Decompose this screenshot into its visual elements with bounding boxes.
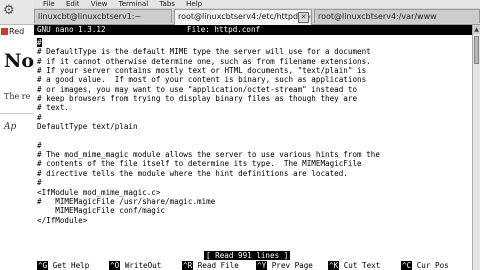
tab-httpd-conf[interactable]: root@linuxcbtserv4:/etc/httpd/conf ✕ <box>174 9 312 25</box>
shortcut-read-file[interactable]: ^R Read File <box>182 261 239 270</box>
nano-titlebar: GNU nano 1.3.12 File: httpd.conf <box>34 25 472 35</box>
tab-var-www[interactable]: root@linuxcbtserv4:/var/www <box>314 9 480 23</box>
terminal-window: File Edit View Terminal Tabs Help linuxc… <box>34 0 480 270</box>
nano-filename: File: httpd.conf <box>187 25 261 34</box>
shortcut-label: Prev Page <box>271 261 313 270</box>
shortcut-label: WriteOut <box>124 261 162 270</box>
editor-line: </IfModule> <box>37 215 88 225</box>
editor-line: # text. <box>37 103 70 113</box>
background-browser-page: ⚙ Red Not The re Ap <box>0 0 34 270</box>
text-cursor: # <box>37 38 42 47</box>
nano-version: GNU nano 1.3.12 <box>37 25 106 34</box>
editor-line: # contents of the file itself to determi… <box>37 159 362 169</box>
editor-line: # If your server contains mostly text or… <box>37 66 367 76</box>
menu-tabs[interactable]: Tabs <box>159 0 175 8</box>
shortcut-label: Cut Text <box>343 261 381 270</box>
shortcut-key: ^G <box>37 261 49 270</box>
menu-edit[interactable]: Edit <box>66 0 80 8</box>
editor-line: # keep browsers from trying to display b… <box>37 94 358 104</box>
shortcut-label: Get Help <box>52 261 90 270</box>
editor-text-area[interactable]: # # DefaultType is the default MIME type… <box>37 38 469 225</box>
page-heading: Not <box>4 50 34 72</box>
shortcut-prev-page[interactable]: ^Y Prev Page <box>256 261 313 270</box>
editor-line: <IfModule mod_mime_magic.c> <box>37 187 161 197</box>
shortcut-get-help[interactable]: ^G Get Help <box>37 261 89 270</box>
editor-line: # <box>37 140 42 150</box>
tab-label: root@linuxcbtserv4:/etc/httpd/conf <box>178 12 312 21</box>
editor-line: # a good value. If most of your content … <box>37 75 367 85</box>
bookmark-label: Red <box>9 27 25 36</box>
editor-line: MIMEMagicFile conf/magic <box>37 206 166 216</box>
editor-line: # <box>37 178 42 188</box>
shortcut-writeout[interactable]: ^O WriteOut <box>109 261 161 270</box>
editor-line: # or images, you may want to use "applic… <box>37 84 358 94</box>
terminal-tab-bar: linuxcbt@linuxcbtserv1:~ root@linuxcbtse… <box>34 8 480 25</box>
shortcut-key: ^Y <box>256 261 268 270</box>
menu-file[interactable]: File <box>43 0 55 8</box>
editor-line: # if it cannot otherwise determine one, … <box>37 56 371 66</box>
shortcut-key: ^O <box>109 261 121 270</box>
menu-help[interactable]: Help <box>186 0 202 8</box>
page-italic-text: Ap <box>4 122 17 132</box>
tab-linuxcbtserv1[interactable]: linuxcbt@linuxcbtserv1:~ <box>34 9 172 23</box>
divider <box>0 113 34 114</box>
editor-line: DefaultType text/plain <box>37 122 138 132</box>
terminal-screen[interactable]: GNU nano 1.3.12 File: httpd.conf # # Def… <box>34 25 472 270</box>
editor-line: # MIMEMagicFile /usr/share/magic.mime <box>37 196 216 206</box>
shortcut-cur-pos[interactable]: ^C Cur Pos <box>401 261 449 270</box>
gear-icon[interactable]: ⚙ <box>3 3 15 18</box>
menu-view[interactable]: View <box>91 0 108 8</box>
tab-label: root@linuxcbtserv4:/var/www <box>318 12 437 21</box>
editor-line: # DefaultType is the default MIME type t… <box>37 47 371 57</box>
terminal-menubar: File Edit View Terminal Tabs Help <box>34 0 480 8</box>
tab-label: linuxcbt@linuxcbtserv1:~ <box>38 12 142 21</box>
close-icon[interactable]: ✕ <box>298 12 309 23</box>
terminal-scrollbar[interactable]: ▲ <box>472 25 480 270</box>
shortcut-label: Read File <box>197 261 239 270</box>
scroll-up-arrow-icon[interactable]: ▲ <box>473 25 480 34</box>
page-paragraph: The re <box>4 92 31 101</box>
nano-shortcut-bar: ^G Get Help ^O WriteOut ^R Read File ^Y … <box>34 261 472 270</box>
shortcut-cut-text[interactable]: ^K Cut Text <box>328 261 380 270</box>
menu-terminal[interactable]: Terminal <box>119 0 149 8</box>
editor-line: # The mod_mime_magic module allows the s… <box>37 150 380 160</box>
bookmark-icon <box>1 28 8 35</box>
shortcut-key: ^C <box>401 261 413 270</box>
scrollbar-thumb[interactable] <box>474 36 479 64</box>
editor-line: # <box>37 112 42 122</box>
nano-status-message: [ Read 991 lines ] <box>204 251 291 260</box>
shortcut-key: ^R <box>182 261 194 270</box>
browser-toolbar: ⚙ <box>0 0 34 25</box>
bookmark-link[interactable]: Red <box>1 27 24 37</box>
shortcut-label: Cur Pos <box>416 261 449 270</box>
editor-line: # <box>37 38 469 47</box>
editor-line: # directive tells the module where the h… <box>37 168 348 178</box>
shortcut-key: ^K <box>328 261 340 270</box>
